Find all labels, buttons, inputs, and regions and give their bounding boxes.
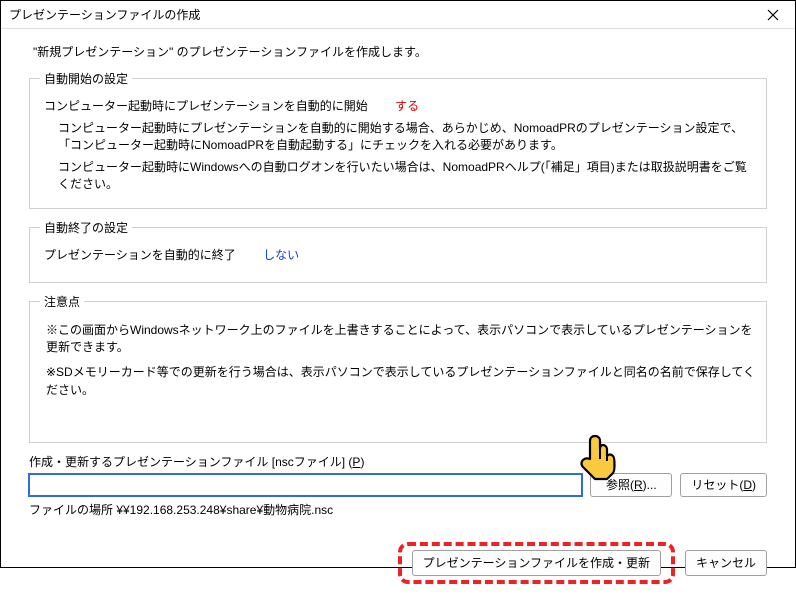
notes-line-1: ※この画面からWindowsネットワーク上のファイルを上書きすることによって、表… <box>46 322 756 357</box>
create-button-highlight: プレゼンテーションファイルを作成・更新 <box>398 542 675 584</box>
notes-line-2: ※SDメモリーカード等での更新を行う場合は、表示パソコンで表示しているプレゼンテ… <box>46 364 756 399</box>
file-label-post: ) <box>360 455 364 469</box>
browse-post: )... <box>643 478 657 492</box>
auto-end-group: 自動終了の設定 プレゼンテーションを自動的に終了 しない <box>29 219 767 283</box>
auto-end-legend: 自動終了の設定 <box>40 219 132 236</box>
file-row: 参照(R)... リセット(D) <box>29 473 767 497</box>
dialog-content: "新規プレゼンテーション" のプレゼンテーションファイルを作成します。 自動開始… <box>1 29 795 526</box>
browse-key: R <box>634 478 643 492</box>
reset-pre: リセット( <box>691 478 743 492</box>
dialog-footer: プレゼンテーションファイルを作成・更新 キャンセル <box>1 526 795 600</box>
auto-start-group: 自動開始の設定 コンピューター起動時にプレゼンテーションを自動的に開始 する コ… <box>29 70 767 209</box>
auto-start-label: コンピューター起動時にプレゼンテーションを自動的に開始 <box>44 99 368 113</box>
auto-end-value: しない <box>263 248 299 262</box>
notes-legend: 注意点 <box>40 293 84 310</box>
intro-text: "新規プレゼンテーション" のプレゼンテーションファイルを作成します。 <box>33 43 767 60</box>
reset-button[interactable]: リセット(D) <box>680 473 767 497</box>
notes-group: 注意点 ※この画面からWindowsネットワーク上のファイルを上書きすることによ… <box>29 293 767 443</box>
auto-end-label: プレゼンテーションを自動的に終了 <box>44 248 236 262</box>
auto-start-note-1: コンピューター起動時にプレゼンテーションを自動的に開始する場合、あらかじめ、No… <box>58 120 756 155</box>
titlebar: プレゼンテーションファイルの作成 <box>1 1 795 29</box>
close-icon[interactable] <box>759 1 787 29</box>
browse-pre: 参照( <box>606 478 634 492</box>
file-label-pre: 作成・更新するプレゼンテーションファイル [nscファイル] ( <box>29 455 352 469</box>
auto-start-row: コンピューター起動時にプレゼンテーションを自動的に開始 する <box>44 97 756 114</box>
create-file-button[interactable]: プレゼンテーションファイルを作成・更新 <box>412 550 661 576</box>
file-location: ファイルの場所 ¥¥192.168.253.248¥share¥動物病院.nsc <box>29 501 767 518</box>
auto-start-note-2: コンピューター起動時にWindowsへの自動ログオンを行いたい場合は、Nomoa… <box>58 159 756 194</box>
browse-button[interactable]: 参照(R)... <box>590 473 672 497</box>
file-section: 作成・更新するプレゼンテーションファイル [nscファイル] (P) 参照(R)… <box>29 453 767 518</box>
cancel-button[interactable]: キャンセル <box>685 550 767 576</box>
auto-end-row: プレゼンテーションを自動的に終了 しない <box>44 246 756 263</box>
file-path-input[interactable] <box>29 474 582 496</box>
file-label: 作成・更新するプレゼンテーションファイル [nscファイル] (P) <box>29 453 767 470</box>
reset-post: ) <box>752 478 756 492</box>
auto-start-legend: 自動開始の設定 <box>40 70 132 87</box>
auto-start-value: する <box>395 99 419 113</box>
window-title: プレゼンテーションファイルの作成 <box>9 6 759 23</box>
reset-key: D <box>743 478 752 492</box>
